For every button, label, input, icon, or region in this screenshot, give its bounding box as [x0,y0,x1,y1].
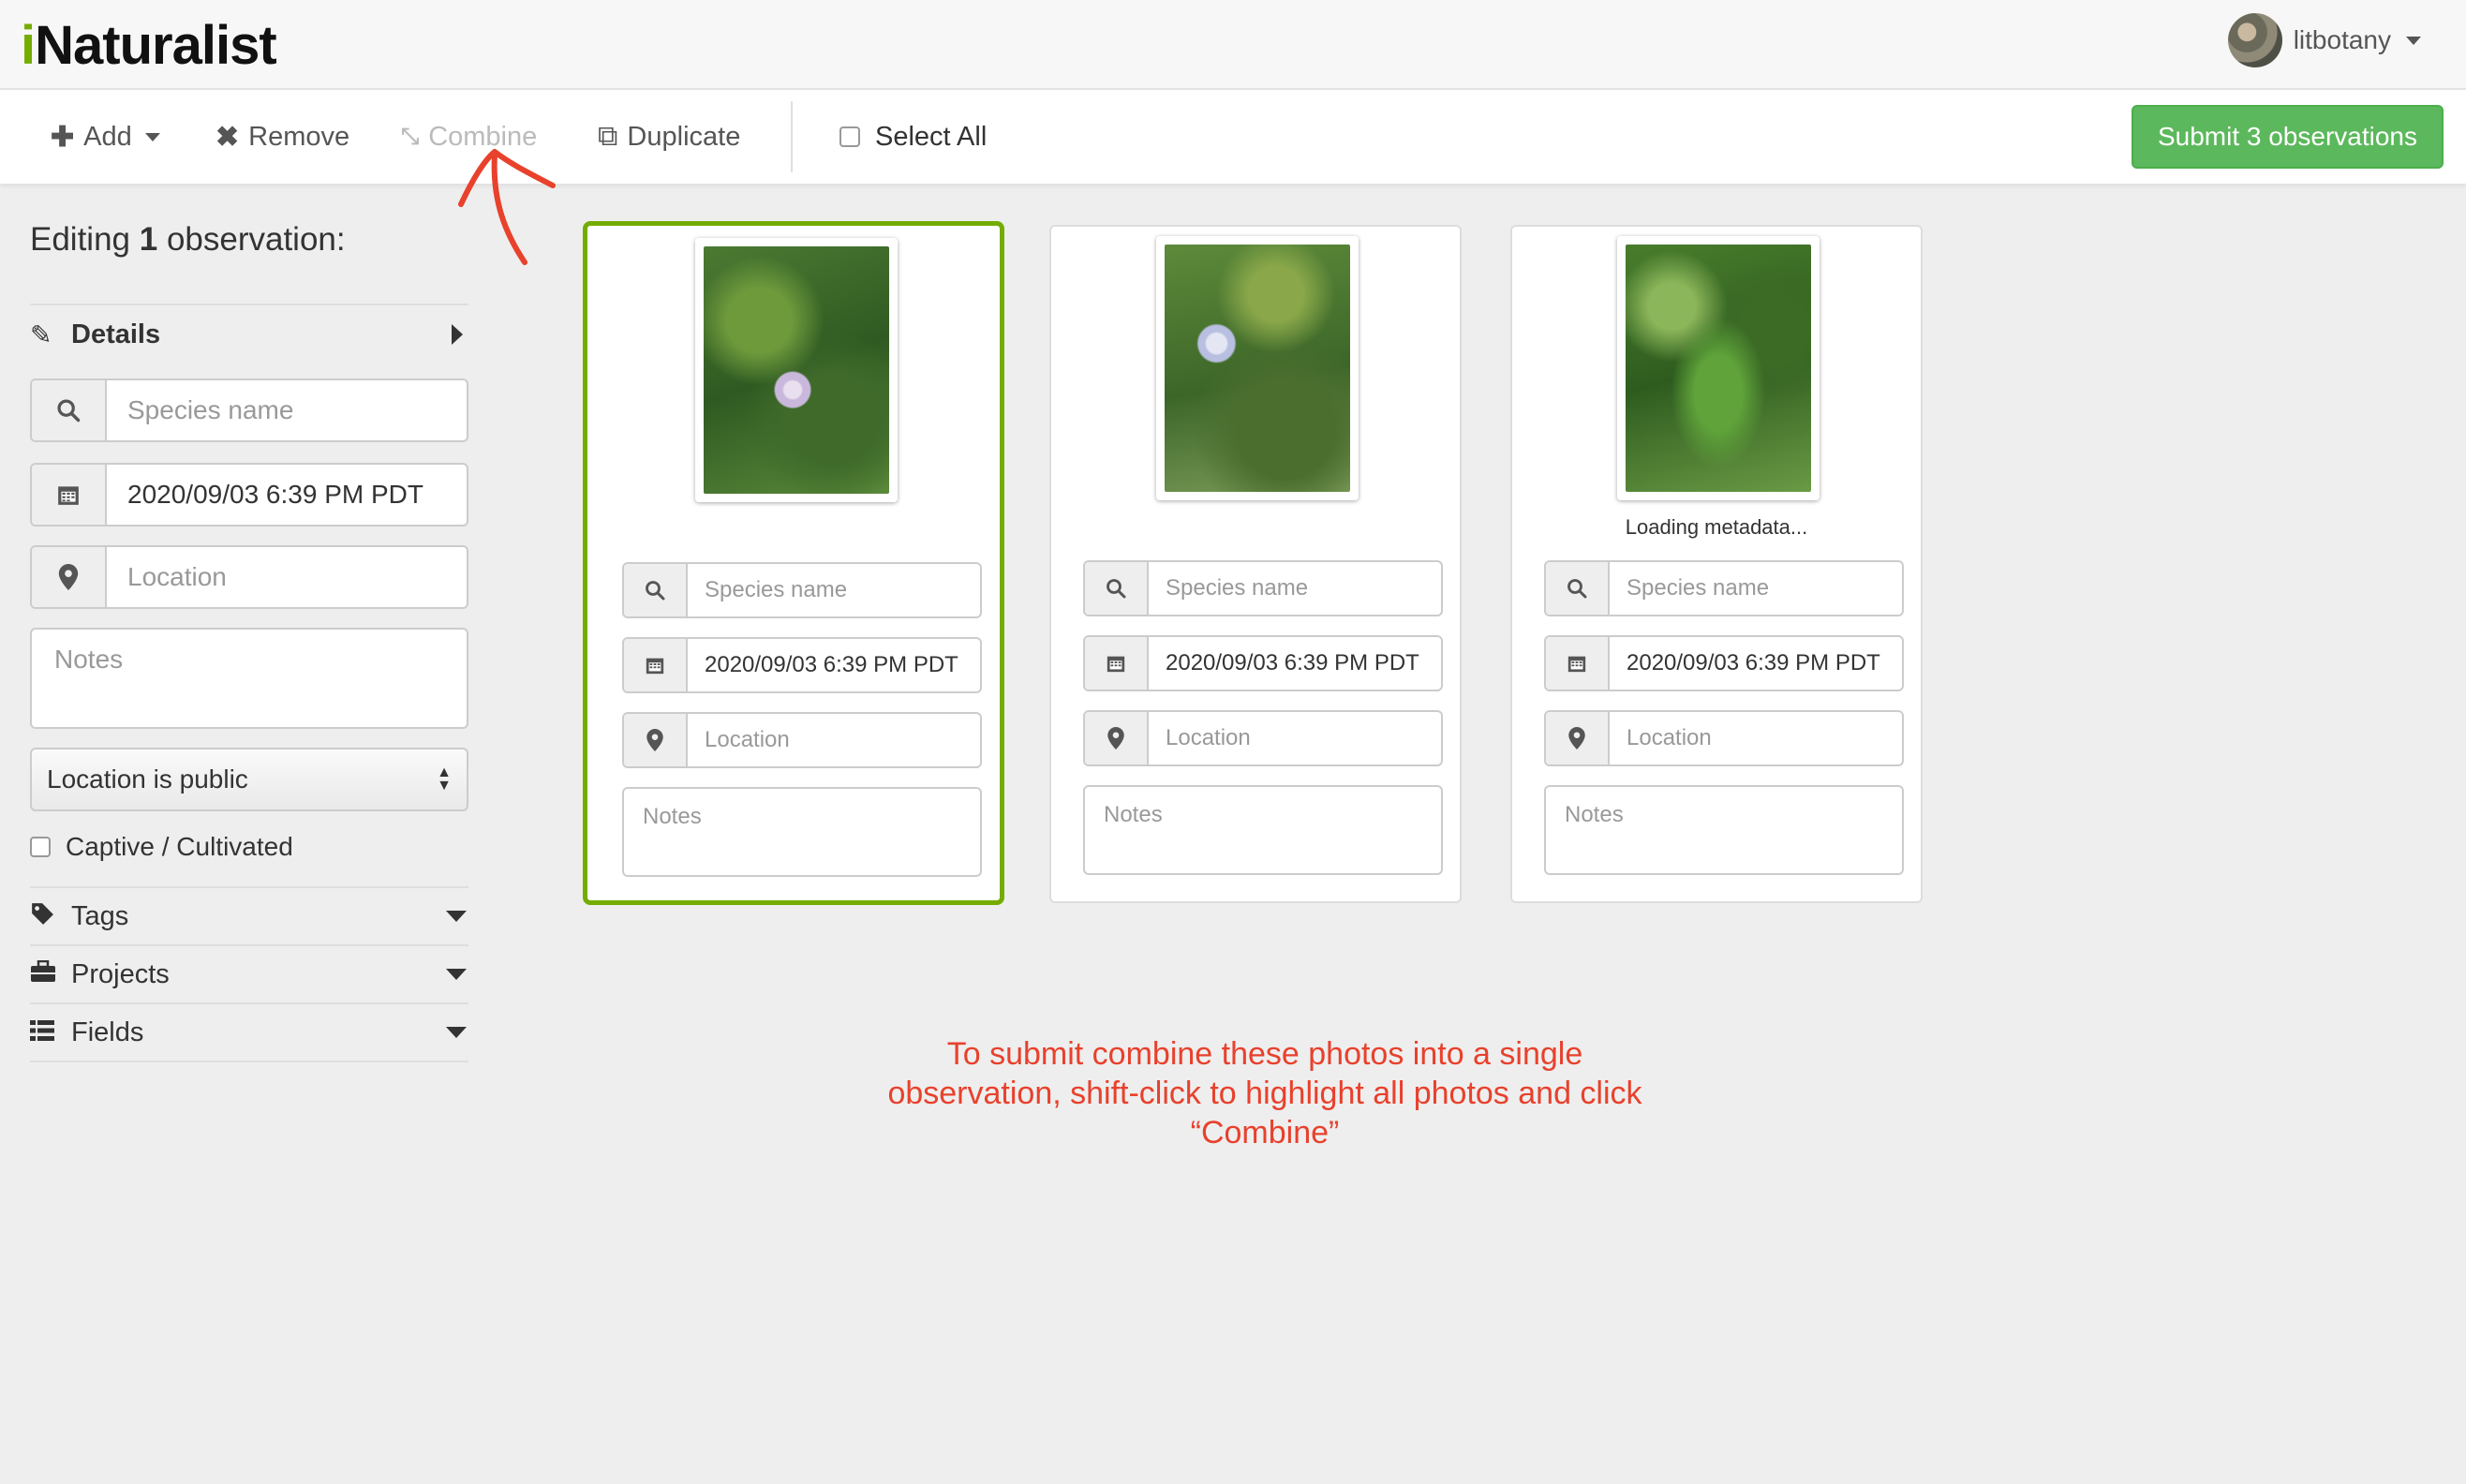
chevron-down-icon [446,911,467,922]
x-icon: ✖ [215,121,240,153]
observation-photo-frame[interactable] [695,238,898,502]
duplicate-button[interactable]: ⧉ Duplicate [598,90,740,184]
calendar-icon [1546,637,1610,690]
map-marker-icon [1546,712,1610,764]
chevron-down-icon [446,1027,467,1038]
location-input-group: Location [1083,710,1443,766]
toolbar-divider [791,101,793,172]
notes-textarea[interactable]: Notes [30,628,468,729]
observation-photo [704,246,889,494]
map-marker-icon [624,714,688,766]
observation-card[interactable]: Species name 2020/09/03 6:39 PM PDT Loca… [1049,225,1462,903]
notes-textarea[interactable]: Notes [1083,785,1443,875]
projects-section-header[interactable]: Projects [30,944,468,1002]
location-input-group: Location [30,545,468,609]
species-name-input-group: Species name [1544,560,1904,616]
avatar [2227,13,2282,67]
top-navbar: iNaturalist litbotany [0,0,2466,90]
map-marker-icon [1085,712,1149,764]
location-input[interactable]: Location [1610,712,1902,764]
search-icon [1085,562,1149,615]
search-icon [624,564,688,616]
fields-section-header[interactable]: Fields [30,1002,468,1062]
species-name-input-group: Species name [30,378,468,442]
add-button[interactable]: ✚ Add [51,90,160,184]
observation-card[interactable]: Species name 2020/09/03 6:39 PM PDT Loca… [583,221,1004,905]
annotation-text: To submit combine these photos into a si… [887,1036,1642,1150]
loading-status: Loading metadata... [1625,515,1808,539]
details-section-header[interactable]: ✎ Details [30,304,468,364]
observation-photo [1626,245,1811,492]
annotation-arrow [458,149,556,265]
date-input[interactable]: 2020/09/03 6:39 PM PDT [1610,637,1902,690]
select-all-checkbox[interactable] [839,126,860,147]
date-input-group: 2020/09/03 6:39 PM PDT [30,463,468,527]
date-input[interactable]: 2020/09/03 6:39 PM PDT [1149,637,1441,690]
chevron-right-icon [452,324,463,345]
map-marker-icon [32,547,107,607]
calendar-icon [32,465,107,525]
species-name-input[interactable]: Species name [1149,562,1441,615]
username: litbotany [2293,25,2391,54]
user-menu[interactable]: litbotany [2227,11,2421,69]
select-arrows-icon: ▲ ▼ [437,764,452,794]
chevron-down-icon [446,969,467,980]
briefcase-icon [30,959,71,989]
search-icon [32,380,107,440]
species-name-input[interactable]: Species name [688,564,980,616]
inaturalist-logo[interactable]: iNaturalist [21,13,277,79]
observation-card[interactable]: Loading metadata... Species name 2020/09… [1510,225,1923,903]
geoprivacy-select[interactable]: Location is public ▲ ▼ [30,748,468,811]
combine-icon: ⤡ [401,124,420,149]
date-input-group: 2020/09/03 6:39 PM PDT [1083,635,1443,691]
notes-textarea[interactable]: Notes [1544,785,1904,875]
uploader-toolbar: ✚ Add ✖ Remove ⤡ Combine ⧉ Duplicate Sel… [0,90,2466,184]
date-input[interactable]: 2020/09/03 6:39 PM PDT [107,465,467,525]
caret-down-icon [2406,36,2421,45]
location-input[interactable]: Location [688,714,980,766]
calendar-icon [624,639,688,691]
species-name-input-group: Species name [622,562,982,618]
remove-button[interactable]: ✖ Remove [215,90,349,184]
notes-textarea[interactable]: Notes [622,787,982,877]
captive-checkbox[interactable] [30,837,51,857]
calendar-icon [1085,637,1149,690]
observation-photo [1165,245,1350,492]
species-name-input-group: Species name [1083,560,1443,616]
tags-section-header[interactable]: Tags [30,886,468,944]
species-name-input[interactable]: Species name [107,380,467,440]
location-input[interactable]: Location [107,547,467,607]
species-name-input[interactable]: Species name [1610,562,1902,615]
duplicate-icon: ⧉ [598,121,618,152]
search-icon [1546,562,1610,615]
pencil-icon: ✎ [30,319,52,349]
date-input-group: 2020/09/03 6:39 PM PDT [1544,635,1904,691]
caret-down-icon [144,132,160,141]
location-input[interactable]: Location [1149,712,1441,764]
plus-icon: ✚ [51,121,75,153]
date-input[interactable]: 2020/09/03 6:39 PM PDT [688,639,980,691]
tag-icon [30,901,71,932]
editing-heading: Editing 1 observation: [30,221,346,258]
location-input-group: Location [622,712,982,768]
observation-photo-frame[interactable] [1156,236,1359,500]
observation-photo-frame[interactable] [1617,236,1820,500]
select-all-toggle[interactable]: Select All [839,90,987,184]
date-input-group: 2020/09/03 6:39 PM PDT [622,637,982,693]
location-input-group: Location [1544,710,1904,766]
captive-cultivated-toggle[interactable]: Captive / Cultivated [30,832,293,862]
list-icon [30,1017,71,1047]
submit-observations-button[interactable]: Submit 3 observations [2131,105,2444,169]
